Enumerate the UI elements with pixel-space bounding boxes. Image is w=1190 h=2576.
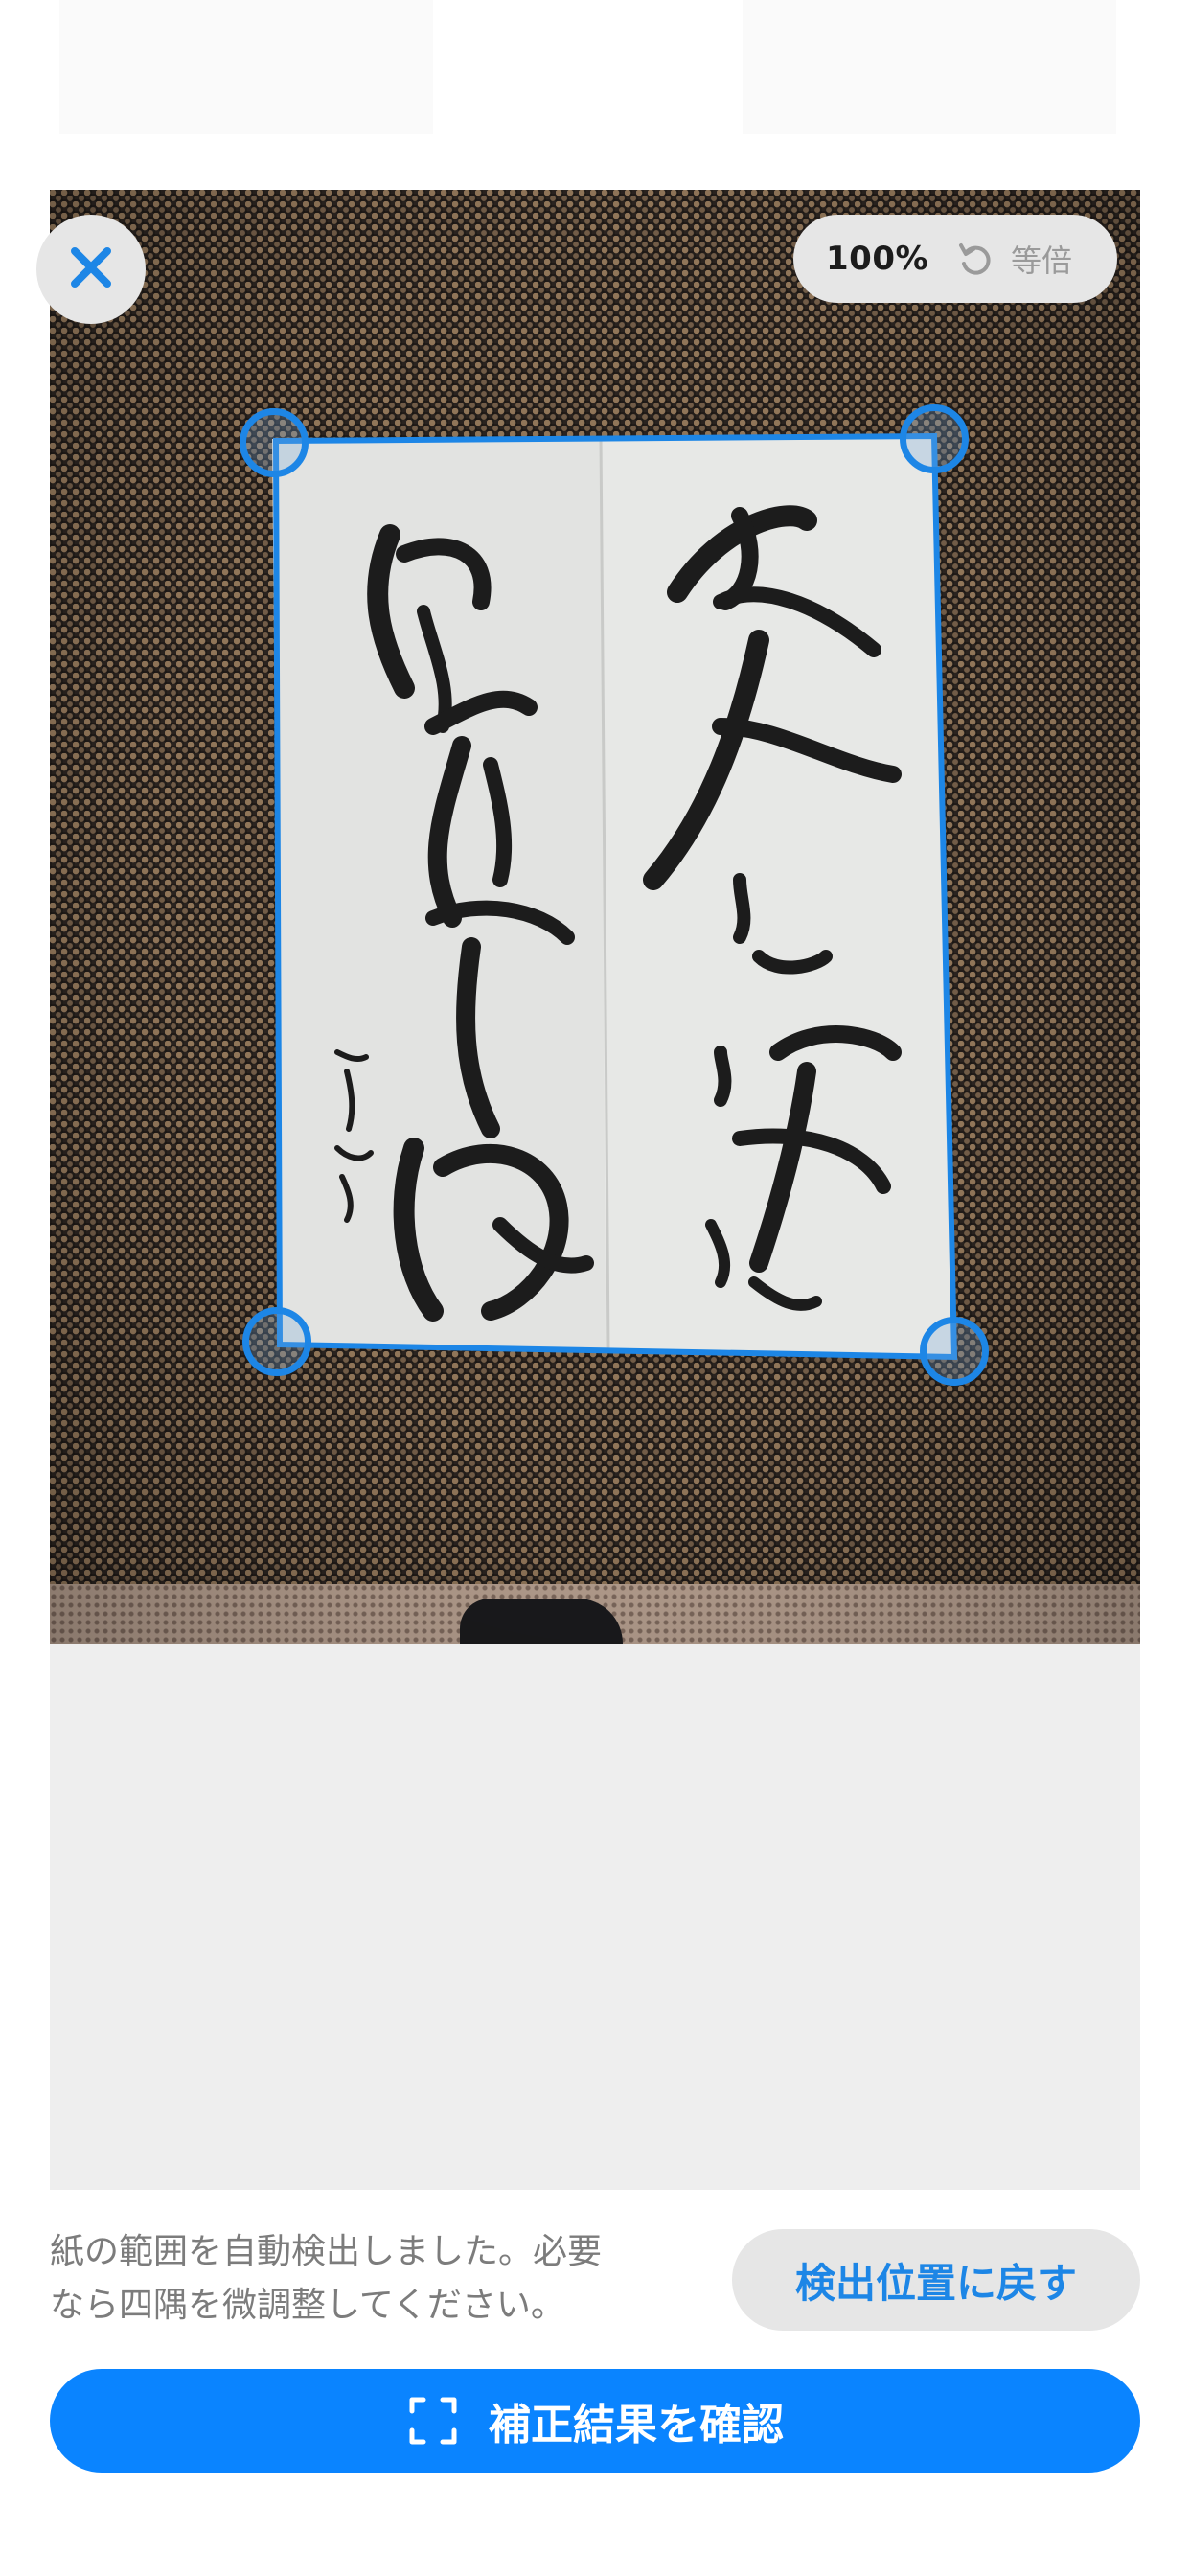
scan-frame-icon [406, 2394, 460, 2448]
confirm-button-label: 補正結果を確認 [489, 2401, 784, 2450]
instruction-line-2: なら四隅を微調整してください。 [50, 2286, 565, 2325]
canvas-empty-area [50, 1644, 1140, 2190]
zoom-control: 100% 等倍 [793, 215, 1117, 303]
status-bar [0, 0, 1190, 188]
photo-viewport[interactable] [50, 190, 1140, 1644]
confirm-correction-button[interactable]: 補正結果を確認 [50, 2369, 1140, 2472]
instruction-text: 紙の範囲を自動検出しました。必要 なら四隅を微調整してください。 [50, 2225, 663, 2333]
close-icon [67, 243, 115, 295]
zoom-level: 100% [826, 240, 929, 278]
instruction-line-1: 紙の範囲を自動検出しました。必要 [50, 2232, 603, 2271]
status-bar-right [743, 0, 1116, 134]
close-button[interactable] [36, 215, 146, 324]
reset-detection-button[interactable]: 検出位置に戻す [732, 2229, 1140, 2331]
paper-photo [272, 432, 958, 1361]
corner-handle-bottom-right[interactable] [920, 1317, 989, 1386]
reset-zoom-button[interactable]: 等倍 [1011, 237, 1072, 281]
corner-handle-bottom-left[interactable] [242, 1307, 311, 1376]
corner-handle-top-left[interactable] [240, 408, 309, 477]
rotate-ccw-icon[interactable] [955, 240, 994, 278]
corner-handle-top-right[interactable] [900, 404, 969, 473]
document-edge-editor-screen: 100% 等倍 紙の範囲を自動検出しました。必要 なら四隅を微調整してください。… [0, 0, 1190, 2576]
status-bar-left [59, 0, 433, 134]
